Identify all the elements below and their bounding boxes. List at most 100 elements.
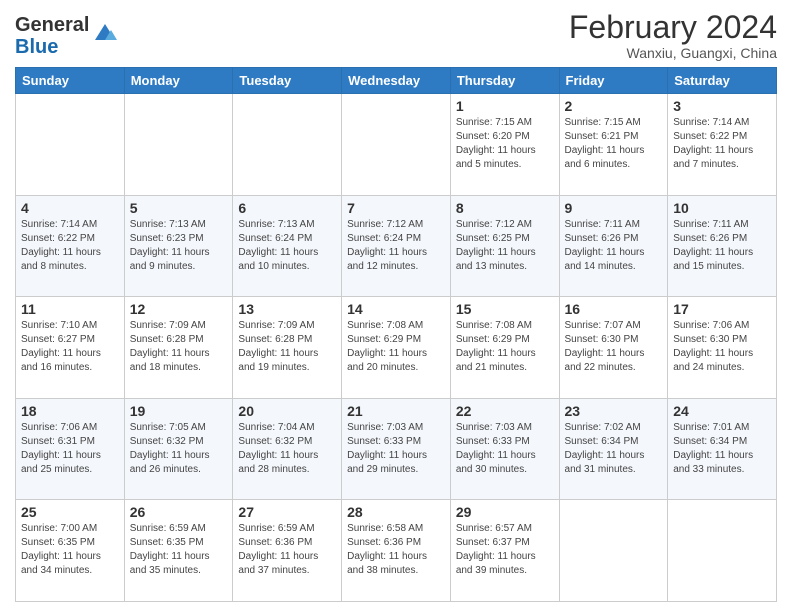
table-row — [342, 94, 451, 196]
main-title: February 2024 — [569, 10, 777, 45]
day-number: 13 — [238, 301, 336, 317]
day-info: Sunrise: 7:03 AM Sunset: 6:33 PM Dayligh… — [456, 421, 554, 477]
day-number: 26 — [130, 504, 228, 520]
day-info: Sunrise: 7:14 AM Sunset: 6:22 PM Dayligh… — [21, 218, 119, 274]
day-number: 11 — [21, 301, 119, 317]
table-row: 5 Sunrise: 7:13 AM Sunset: 6:23 PM Daylig… — [124, 195, 233, 297]
table-row: 1Sunrise: 7:15 AM Sunset: 6:20 PM Daylig… — [450, 94, 559, 196]
logo-text: General Blue — [15, 14, 89, 58]
header: General Blue February 2024 Wanxiu, Guang… — [15, 10, 777, 61]
table-row — [16, 94, 125, 196]
col-wednesday: Wednesday — [342, 68, 451, 94]
day-info: Sunrise: 7:06 AM Sunset: 6:30 PM Dayligh… — [673, 319, 771, 375]
logo-general: General — [15, 14, 89, 36]
day-info: Sunrise: 7:00 AM Sunset: 6:35 PM Dayligh… — [21, 522, 119, 578]
col-saturday: Saturday — [668, 68, 777, 94]
day-info: Sunrise: 7:10 AM Sunset: 6:27 PM Dayligh… — [21, 319, 119, 375]
day-info: Sunrise: 7:06 AM Sunset: 6:31 PM Dayligh… — [21, 421, 119, 477]
day-info: Sunrise: 7:13 AM Sunset: 6:24 PM Dayligh… — [238, 218, 336, 274]
table-row: 21Sunrise: 7:03 AM Sunset: 6:33 PM Dayli… — [342, 398, 451, 500]
calendar-week-3: 11 Sunrise: 7:10 AM Sunset: 6:27 PM Dayli… — [16, 297, 777, 399]
day-info: Sunrise: 7:02 AM Sunset: 6:34 PM Dayligh… — [565, 421, 663, 477]
col-friday: Friday — [559, 68, 668, 94]
day-number: 18 — [21, 403, 119, 419]
day-info: Sunrise: 7:13 AM Sunset: 6:23 PM Dayligh… — [130, 218, 228, 274]
table-row — [233, 94, 342, 196]
col-sunday: Sunday — [16, 68, 125, 94]
table-row — [559, 500, 668, 602]
day-number: 4 — [21, 200, 119, 216]
day-number: 15 — [456, 301, 554, 317]
day-number: 6 — [238, 200, 336, 216]
day-info: Sunrise: 6:59 AM Sunset: 6:35 PM Dayligh… — [130, 522, 228, 578]
table-row: 22 Sunrise: 7:03 AM Sunset: 6:33 PM Dayli… — [450, 398, 559, 500]
day-info: Sunrise: 7:03 AM Sunset: 6:33 PM Dayligh… — [347, 421, 445, 477]
day-info: Sunrise: 7:08 AM Sunset: 6:29 PM Dayligh… — [347, 319, 445, 375]
table-row: 28 Sunrise: 6:58 AM Sunset: 6:36 PM Dayli… — [342, 500, 451, 602]
logo-blue: Blue — [15, 36, 89, 58]
title-block: February 2024 Wanxiu, Guangxi, China — [569, 10, 777, 61]
calendar-week-5: 25 Sunrise: 7:00 AM Sunset: 6:35 PM Dayli… — [16, 500, 777, 602]
day-number: 2 — [565, 98, 663, 114]
day-number: 20 — [238, 403, 336, 419]
table-row: 9 Sunrise: 7:11 AM Sunset: 6:26 PM Daylig… — [559, 195, 668, 297]
day-info: Sunrise: 7:09 AM Sunset: 6:28 PM Dayligh… — [238, 319, 336, 375]
day-info: Sunrise: 7:04 AM Sunset: 6:32 PM Dayligh… — [238, 421, 336, 477]
day-info: Sunrise: 7:07 AM Sunset: 6:30 PM Dayligh… — [565, 319, 663, 375]
subtitle: Wanxiu, Guangxi, China — [569, 45, 777, 61]
day-number: 24 — [673, 403, 771, 419]
day-number: 9 — [565, 200, 663, 216]
table-row: 20 Sunrise: 7:04 AM Sunset: 6:32 PM Dayli… — [233, 398, 342, 500]
day-number: 5 — [130, 200, 228, 216]
day-number: 28 — [347, 504, 445, 520]
day-number: 22 — [456, 403, 554, 419]
table-row: 23 Sunrise: 7:02 AM Sunset: 6:34 PM Dayli… — [559, 398, 668, 500]
day-info: Sunrise: 7:15 AM Sunset: 6:21 PM Dayligh… — [565, 116, 663, 172]
day-number: 23 — [565, 403, 663, 419]
table-row: 14 Sunrise: 7:08 AM Sunset: 6:29 PM Dayli… — [342, 297, 451, 399]
day-number: 3 — [673, 98, 771, 114]
table-row: 24Sunrise: 7:01 AM Sunset: 6:34 PM Dayli… — [668, 398, 777, 500]
day-number: 1 — [456, 98, 554, 114]
table-row: 11 Sunrise: 7:10 AM Sunset: 6:27 PM Dayli… — [16, 297, 125, 399]
table-row: 18 Sunrise: 7:06 AM Sunset: 6:31 PM Dayli… — [16, 398, 125, 500]
table-row: 25 Sunrise: 7:00 AM Sunset: 6:35 PM Dayli… — [16, 500, 125, 602]
logo-icon — [91, 20, 119, 48]
day-info: Sunrise: 6:58 AM Sunset: 6:36 PM Dayligh… — [347, 522, 445, 578]
day-number: 7 — [347, 200, 445, 216]
calendar-header-row: Sunday Monday Tuesday Wednesday Thursday… — [16, 68, 777, 94]
table-row: 13 Sunrise: 7:09 AM Sunset: 6:28 PM Dayli… — [233, 297, 342, 399]
day-info: Sunrise: 7:12 AM Sunset: 6:24 PM Dayligh… — [347, 218, 445, 274]
page: General Blue February 2024 Wanxiu, Guang… — [0, 0, 792, 612]
table-row: 2 Sunrise: 7:15 AM Sunset: 6:21 PM Daylig… — [559, 94, 668, 196]
table-row: 29 Sunrise: 6:57 AM Sunset: 6:37 PM Dayli… — [450, 500, 559, 602]
table-row: 19 Sunrise: 7:05 AM Sunset: 6:32 PM Dayli… — [124, 398, 233, 500]
table-row: 27Sunrise: 6:59 AM Sunset: 6:36 PM Dayli… — [233, 500, 342, 602]
day-info: Sunrise: 7:12 AM Sunset: 6:25 PM Dayligh… — [456, 218, 554, 274]
calendar-week-1: 1Sunrise: 7:15 AM Sunset: 6:20 PM Daylig… — [16, 94, 777, 196]
day-number: 27 — [238, 504, 336, 520]
day-info: Sunrise: 7:08 AM Sunset: 6:29 PM Dayligh… — [456, 319, 554, 375]
day-number: 29 — [456, 504, 554, 520]
day-number: 19 — [130, 403, 228, 419]
day-info: Sunrise: 7:05 AM Sunset: 6:32 PM Dayligh… — [130, 421, 228, 477]
day-number: 17 — [673, 301, 771, 317]
day-info: Sunrise: 7:11 AM Sunset: 6:26 PM Dayligh… — [565, 218, 663, 274]
table-row — [668, 500, 777, 602]
table-row: 16 Sunrise: 7:07 AM Sunset: 6:30 PM Dayli… — [559, 297, 668, 399]
col-tuesday: Tuesday — [233, 68, 342, 94]
day-number: 10 — [673, 200, 771, 216]
calendar-week-2: 4 Sunrise: 7:14 AM Sunset: 6:22 PM Daylig… — [16, 195, 777, 297]
table-row: 15 Sunrise: 7:08 AM Sunset: 6:29 PM Dayli… — [450, 297, 559, 399]
table-row: 3 Sunrise: 7:14 AM Sunset: 6:22 PM Daylig… — [668, 94, 777, 196]
day-number: 14 — [347, 301, 445, 317]
col-thursday: Thursday — [450, 68, 559, 94]
logo: General Blue — [15, 14, 119, 58]
day-number: 16 — [565, 301, 663, 317]
day-number: 12 — [130, 301, 228, 317]
day-info: Sunrise: 7:14 AM Sunset: 6:22 PM Dayligh… — [673, 116, 771, 172]
table-row: 10Sunrise: 7:11 AM Sunset: 6:26 PM Dayli… — [668, 195, 777, 297]
table-row: 8Sunrise: 7:12 AM Sunset: 6:25 PM Daylig… — [450, 195, 559, 297]
day-info: Sunrise: 6:57 AM Sunset: 6:37 PM Dayligh… — [456, 522, 554, 578]
day-number: 25 — [21, 504, 119, 520]
